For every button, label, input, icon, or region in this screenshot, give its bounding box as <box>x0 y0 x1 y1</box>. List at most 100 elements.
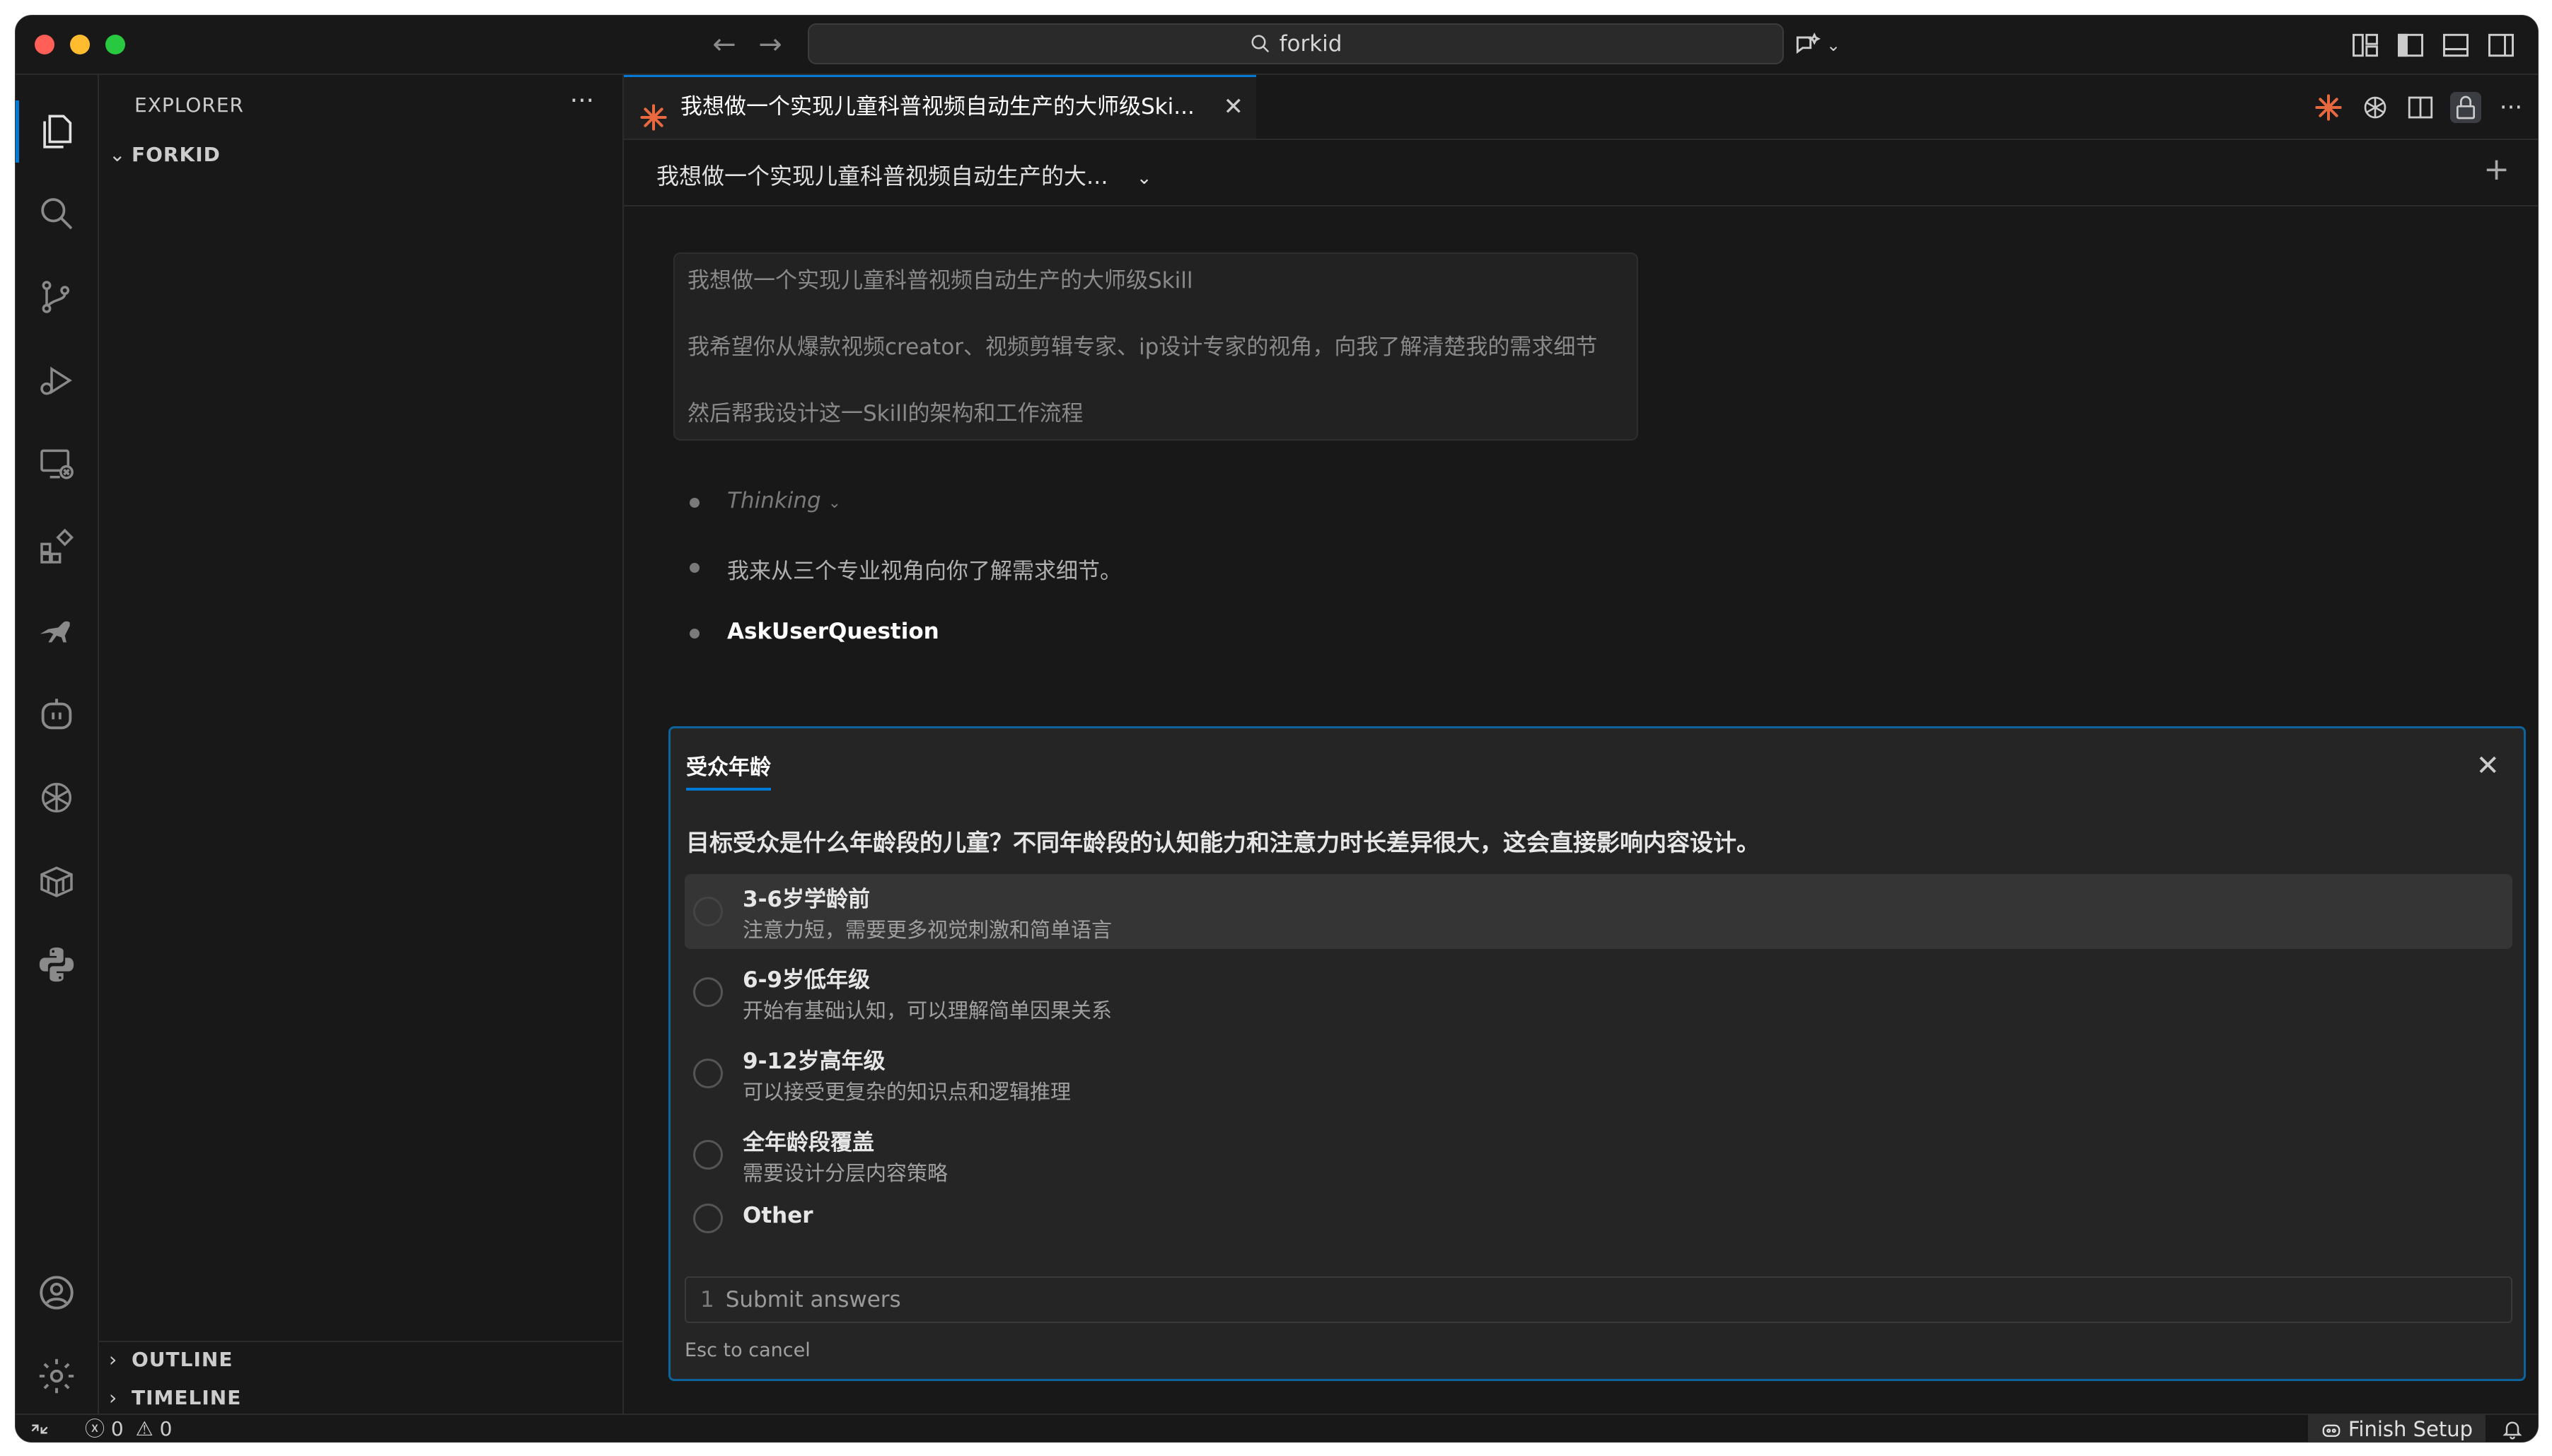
option-2[interactable]: 9-12岁高年级 可以接受更复杂的知识点和逻辑推理 <box>685 1036 2512 1111</box>
source-control-icon[interactable] <box>31 272 82 322</box>
option-description: 需要设计分层内容策略 <box>743 1161 949 1185</box>
chevron-right-icon: › <box>109 1348 118 1371</box>
tab-bar: 我想做一个实现儿童科普视频自动生产的大师级Ski... ✕ ··· <box>624 75 2538 140</box>
minimize-window-button[interactable] <box>70 35 90 54</box>
search-icon <box>1251 35 1269 53</box>
option-label: 3-6岁学龄前 <box>743 887 871 912</box>
timeline-section[interactable]: › TIMELINE <box>109 1386 241 1409</box>
ask-user-question-panel: 受众年龄 ✕ 目标受众是什么年龄段的儿童？不同年龄段的认知能力和注意力时长差异很… <box>668 726 2526 1381</box>
settings-gear-icon[interactable] <box>31 1351 82 1402</box>
status-bar: ⓧ 0 ⚠ 0 Finish Setup <box>16 1414 2538 1442</box>
python-icon[interactable] <box>31 939 82 990</box>
search-icon[interactable] <box>31 188 82 239</box>
toggle-primary-sidebar-icon[interactable] <box>2395 30 2426 61</box>
claude-spark-icon[interactable] <box>2313 92 2344 123</box>
radio-button[interactable] <box>693 1140 723 1170</box>
tool-name: AskUserQuestion <box>727 619 939 644</box>
activity-bar <box>16 75 99 1414</box>
lock-icon[interactable] <box>2450 92 2481 123</box>
remote-explorer-icon[interactable] <box>31 438 82 489</box>
radio-button[interactable] <box>693 897 723 926</box>
remote-indicator-icon[interactable] <box>28 1418 51 1442</box>
back-arrow-icon[interactable]: ← <box>707 27 742 62</box>
conversation-title: 我想做一个实现儿童科普视频自动生产的大... <box>656 163 1108 190</box>
run-debug-icon[interactable] <box>31 355 82 406</box>
kangaroo-icon[interactable] <box>31 605 82 656</box>
finish-setup-button[interactable]: Finish Setup <box>2307 1415 2486 1442</box>
close-icon[interactable]: ✕ <box>1224 77 1244 136</box>
warning-count: 0 <box>159 1417 173 1440</box>
active-indicator <box>16 100 19 163</box>
title-bar: ← → forkid ⌄ <box>16 16 2538 75</box>
option-label: 6-9岁低年级 <box>743 967 871 993</box>
option-label: 全年龄段覆盖 <box>743 1130 874 1155</box>
submit-label: Submit answers <box>725 1287 901 1312</box>
explorer-sidebar: EXPLORER ··· ⌄ FORKID › OUTLINE › TIMELINE <box>99 75 624 1414</box>
option-label: 9-12岁高年级 <box>743 1049 886 1074</box>
account-icon[interactable] <box>31 1267 82 1318</box>
toggle-secondary-sidebar-icon[interactable] <box>2486 30 2517 61</box>
chevron-down-icon: ⌄ <box>828 494 842 512</box>
openai-icon[interactable] <box>2360 92 2391 123</box>
finish-setup-label: Finish Setup <box>2348 1417 2473 1441</box>
assistant-reply: 我来从三个专业视角向你了解需求细节。 <box>727 559 1122 584</box>
chevron-down-icon: ⌄ <box>1136 168 1152 189</box>
thinking-label: Thinking ⌄ <box>727 488 842 513</box>
chevron-down-icon: ⌄ <box>109 143 127 166</box>
folder-forkid[interactable]: ⌄ FORKID <box>109 143 221 166</box>
question-tab[interactable]: 受众年龄 <box>686 750 771 791</box>
radio-button[interactable] <box>693 977 723 1007</box>
radio-button[interactable] <box>693 1204 723 1233</box>
explorer-icon[interactable] <box>31 106 82 157</box>
bullet-dot <box>690 498 700 508</box>
forward-arrow-icon[interactable]: → <box>753 27 788 62</box>
option-3[interactable]: 全年龄段覆盖 需要设计分层内容策略 <box>685 1117 2512 1192</box>
conversation-title-dropdown[interactable]: 我想做一个实现儿童科普视频自动生产的大... ⌄ <box>656 158 1152 191</box>
more-actions-icon[interactable]: ··· <box>2495 92 2527 123</box>
bullet-dot <box>690 563 700 573</box>
extensions-icon[interactable] <box>31 522 82 573</box>
copilot-chat-icon[interactable] <box>1792 30 1823 61</box>
chevron-right-icon: › <box>109 1386 118 1409</box>
tab-claude-chat[interactable]: 我想做一个实现儿童科普视频自动生产的大师级Ski... ✕ <box>624 75 1256 139</box>
openai-icon[interactable] <box>31 772 82 823</box>
outline-label: OUTLINE <box>132 1348 233 1371</box>
command-center-search[interactable]: forkid <box>808 23 1784 64</box>
folder-label: FORKID <box>132 143 221 166</box>
copilot-icon <box>2321 1417 2348 1441</box>
new-conversation-plus-icon[interactable]: + <box>2483 151 2510 187</box>
cancel-hint: Esc to cancel <box>685 1339 811 1361</box>
customize-layout-icon[interactable] <box>2350 30 2381 61</box>
user-message-line: 然后帮我设计这一Skill的架构和工作流程 <box>688 401 1084 426</box>
error-count: 0 <box>110 1417 124 1440</box>
radio-button[interactable] <box>693 1059 723 1088</box>
more-actions-icon[interactable]: ··· <box>570 86 594 115</box>
timeline-label: TIMELINE <box>132 1386 242 1409</box>
maximize-window-button[interactable] <box>105 35 125 54</box>
option-4[interactable]: Other <box>685 1192 2512 1245</box>
chevron-down-icon[interactable]: ⌄ <box>1826 30 1857 61</box>
user-message-line: 我希望你从爆款视频creator、视频剪辑专家、ip设计专家的视角，向我了解清楚… <box>688 334 1598 360</box>
option-description: 注意力短，需要更多视觉刺激和简单语言 <box>743 918 1113 942</box>
conversation-header: 我想做一个实现儿童科普视频自动生产的大... ⌄ + <box>624 140 2538 206</box>
problems-indicator[interactable]: ⓧ 0 ⚠ 0 <box>85 1416 173 1442</box>
submit-answers-button[interactable]: 1 Submit answers <box>685 1276 2512 1323</box>
option-description: 开始有基础认知，可以理解简单因果关系 <box>743 998 1113 1023</box>
close-window-button[interactable] <box>35 35 54 54</box>
user-message-line: 我想做一个实现儿童科普视频自动生产的大师级Skill <box>688 268 1193 293</box>
option-label: Other <box>743 1203 813 1228</box>
container-icon[interactable] <box>31 856 82 907</box>
option-0[interactable]: 3-6岁学龄前 注意力短，需要更多视觉刺激和简单语言 <box>685 874 2512 949</box>
robot-icon[interactable] <box>31 689 82 740</box>
toggle-panel-icon[interactable] <box>2440 30 2471 61</box>
close-icon[interactable]: ✕ <box>2476 750 2500 782</box>
option-1[interactable]: 6-9岁低年级 开始有基础认知，可以理解简单因果关系 <box>685 955 2512 1030</box>
split-editor-icon[interactable] <box>2405 92 2436 123</box>
notifications-bell-icon[interactable] <box>2501 1418 2524 1442</box>
sidebar-title: EXPLORER <box>134 93 244 117</box>
bullet-dot <box>690 629 700 639</box>
app-window: ← → forkid ⌄ EXPLORER ··· ⌄ FORKID › OUT… <box>15 15 2539 1443</box>
error-icon: ⓧ <box>85 1417 105 1440</box>
submit-number: 1 <box>700 1287 714 1312</box>
outline-section[interactable]: › OUTLINE <box>109 1348 233 1371</box>
